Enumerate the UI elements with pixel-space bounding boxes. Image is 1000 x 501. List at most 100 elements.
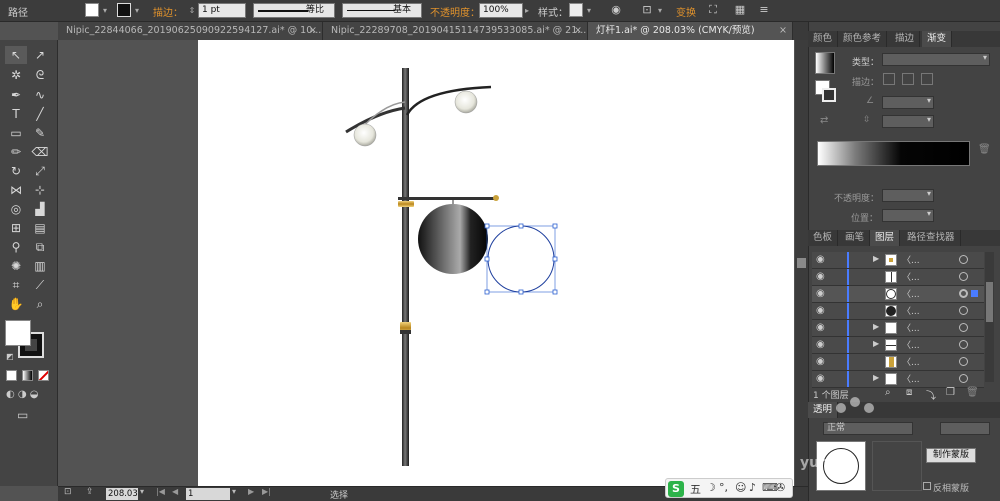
gradient-stroke-box[interactable] <box>822 88 836 102</box>
layer-name[interactable]: 〈... <box>902 270 920 283</box>
selected-circle[interactable] <box>487 225 555 293</box>
transform-link[interactable]: 变换 <box>676 4 696 19</box>
opacity-dropdown-icon[interactable]: ▸ <box>522 4 532 18</box>
pencil-icon[interactable]: ✏ <box>5 143 27 161</box>
default-colors-icon[interactable]: ◩ <box>6 352 14 361</box>
stroke-weight-stepper-icon[interactable]: ⇕ <box>187 4 197 18</box>
layer-row[interactable]: ◉ 〈... <box>812 269 984 286</box>
mesh-tool-icon[interactable]: ⊞ <box>5 219 27 237</box>
share-icon[interactable]: ⇪ <box>86 487 94 497</box>
layer-row[interactable]: ◉ ▶ 〈... <box>812 337 984 354</box>
blend-tool-icon[interactable]: ⧉ <box>29 238 51 256</box>
draw-mode-icon[interactable]: ◐ ◑ ◒ <box>6 389 39 400</box>
layer-row[interactable]: ◉ ▶ 〈... <box>812 252 984 269</box>
curvature-tool-icon[interactable]: ∿ <box>29 86 51 104</box>
clip-mask-icon[interactable]: ⧈ <box>906 387 912 398</box>
layers-scrollbar[interactable] <box>985 252 994 382</box>
gradient-mode-icon[interactable] <box>22 370 33 381</box>
close-icon[interactable]: × <box>309 22 317 40</box>
layer-row[interactable]: ◉ 〈... <box>812 354 984 371</box>
first-artboard-icon[interactable]: |◀ <box>156 487 165 496</box>
new-layer-icon[interactable]: ❐ <box>946 387 955 398</box>
tab-swatches[interactable]: 色板 <box>808 230 839 246</box>
tab-document-1[interactable]: Nipic_22844066_20190625090922594127.ai* … <box>58 22 323 40</box>
layer-row[interactable]: ◉ ▶ 〈... <box>812 371 984 388</box>
eye-icon[interactable]: ◉ <box>816 373 825 384</box>
direct-selection-tool-icon[interactable]: ↗ <box>29 46 51 64</box>
selected-indicator[interactable] <box>971 290 978 297</box>
fill-color-box[interactable] <box>5 320 31 346</box>
target-icon[interactable] <box>959 357 968 366</box>
scrollbar-thumb[interactable] <box>797 258 806 268</box>
gradient-opacity-field[interactable] <box>882 189 934 202</box>
voice-icon[interactable]: ♪ <box>749 481 756 494</box>
close-icon[interactable]: × <box>574 22 582 40</box>
isolate-icon[interactable]: ⛶ <box>706 3 720 17</box>
tab-brushes[interactable]: 画笔 <box>840 230 871 246</box>
layer-name[interactable]: 〈... <box>902 355 920 368</box>
new-sublayer-icon[interactable]: ⤵ <box>926 387 936 402</box>
tab-layers[interactable]: 图层 <box>870 230 901 246</box>
tab-document-2[interactable]: Nipic_22289708_20190415114739533085.ai* … <box>323 22 588 40</box>
align-dropdown-icon[interactable]: ▾ <box>655 4 665 18</box>
shape-builder-icon[interactable]: ◎ <box>5 200 27 218</box>
mask-thumbnail[interactable] <box>872 441 922 491</box>
delete-layer-icon[interactable]: 🗑 <box>966 387 979 398</box>
brush-definition[interactable]: 基本 <box>342 3 422 18</box>
align-icon[interactable]: ⊡ <box>640 3 654 17</box>
close-icon[interactable]: × <box>779 22 787 40</box>
perspective-grid-icon[interactable]: ▟ <box>29 200 51 218</box>
selection-tool-icon[interactable]: ↖ <box>5 46 27 64</box>
stroke-within-icon[interactable] <box>883 73 895 85</box>
none-mode-icon[interactable] <box>38 370 49 381</box>
layer-name[interactable]: 〈... <box>902 338 920 351</box>
layer-name[interactable]: 〈... <box>902 304 920 317</box>
fill-swatch[interactable] <box>85 3 99 17</box>
eyedropper-icon[interactable]: ⚲ <box>5 238 27 256</box>
column-graph-icon[interactable]: ▥ <box>29 257 51 275</box>
gradient-position-field[interactable] <box>882 209 934 222</box>
paintbrush-icon[interactable]: ✎ <box>29 124 51 142</box>
lamp-pole[interactable] <box>402 68 409 466</box>
stroke-along-icon[interactable] <box>902 73 914 85</box>
free-transform-icon[interactable]: ⊹ <box>29 181 51 199</box>
target-icon[interactable] <box>959 340 968 349</box>
layer-row-selected[interactable]: ◉ 〈... <box>812 286 984 303</box>
scale-tool-icon[interactable]: ⤢ <box>29 162 51 180</box>
tab-document-active[interactable]: 灯杆1.ai* @ 208.03% (CMYK/预览) × <box>588 22 793 40</box>
zoom-field[interactable]: 208.03 <box>106 488 138 500</box>
lasso-icon[interactable]: ᘓ <box>29 66 51 84</box>
half-moon-icon[interactable]: ☽ <box>706 481 716 494</box>
stroke-label[interactable]: 描边： <box>153 4 183 19</box>
tab-color[interactable]: 颜色 <box>808 31 839 47</box>
opacity-label[interactable]: 不透明度： <box>430 4 480 19</box>
eye-icon[interactable]: ◉ <box>816 271 825 282</box>
make-mask-button[interactable]: 制作蒙版 <box>926 448 976 463</box>
screen-mode-icon[interactable]: ▭ <box>17 408 28 422</box>
last-artboard-icon[interactable]: ▶| <box>262 487 271 496</box>
tab-color-guide[interactable]: 颜色参考 <box>838 31 888 47</box>
stroke-weight-field[interactable]: 1 pt <box>198 3 246 18</box>
layer-name[interactable]: 〈... <box>902 253 920 266</box>
gradient-aspect-field[interactable] <box>882 115 934 128</box>
target-icon[interactable] <box>959 272 968 281</box>
eye-icon[interactable]: ◉ <box>816 254 825 265</box>
layer-name[interactable]: 〈... <box>902 321 920 334</box>
delete-stop-icon[interactable]: 🗑 <box>978 144 991 155</box>
input-mode-label[interactable]: 五 <box>690 481 701 497</box>
layer-row[interactable]: ◉ 〈... <box>812 303 984 320</box>
gradient-angle-field[interactable] <box>882 96 934 109</box>
expand-icon[interactable]: ▶ <box>873 373 879 382</box>
expand-icon[interactable]: ▶ <box>873 339 879 348</box>
symbol-sprayer-icon[interactable]: ✺ <box>5 257 27 275</box>
style-dropdown-icon[interactable]: ▾ <box>584 4 594 18</box>
slice-tool-icon[interactable]: ⟋ <box>29 276 51 294</box>
eye-icon[interactable]: ◉ <box>816 339 825 350</box>
fill-dropdown-icon[interactable]: ▾ <box>100 4 110 18</box>
target-icon[interactable] <box>959 306 968 315</box>
lamp-bulb-right[interactable] <box>454 90 478 114</box>
zoom-tool-icon[interactable]: ⌕ <box>29 295 51 313</box>
ime-toolbar[interactable]: S 五 ☽ °, ☺ ♪ ⌨ ✇ <box>665 478 793 498</box>
lamp-bulb-left[interactable] <box>353 123 377 147</box>
rotate-tool-icon[interactable]: ↻ <box>5 162 27 180</box>
